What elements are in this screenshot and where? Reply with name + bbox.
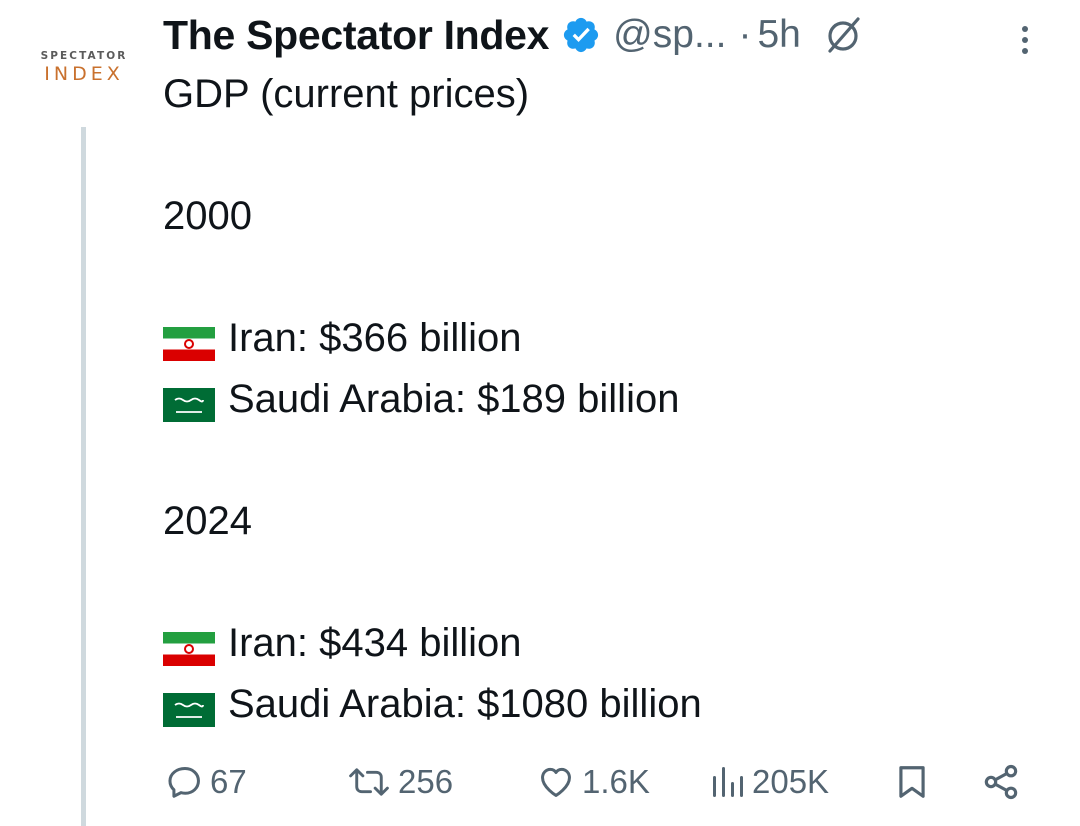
gdp-row-text: Saudi Arabia: $1080 billion	[228, 682, 702, 726]
gdp-row: Saudi Arabia: $189 billion	[163, 369, 1043, 430]
author-handle[interactable]: @sp...	[613, 13, 726, 57]
gdp-row-text: Iran: $434 billion	[228, 621, 522, 665]
reply-count: 67	[210, 763, 247, 800]
timestamp[interactable]: 5h	[757, 13, 800, 57]
avatar-logo-line2: INDEX	[44, 63, 124, 85]
author-name[interactable]: The Spectator Index	[163, 12, 549, 59]
gdp-row: Iran: $366 billion	[163, 308, 1043, 369]
separator-dot: ·	[738, 13, 752, 56]
tweet-text: GDP (current prices) 2000 Iran: $366 bil…	[163, 64, 1043, 735]
action-bar: 67 256 1.6K 205K	[163, 752, 1033, 812]
avatar-logo-line1: SPECTATOR	[40, 50, 128, 62]
repost-count: 256	[398, 763, 454, 800]
thread-line	[81, 127, 86, 826]
gdp-row: Iran: $434 billion	[163, 613, 1043, 674]
gdp-row: Saudi Arabia: $1080 billion	[163, 674, 1043, 735]
gdp-row-text: Iran: $366 billion	[228, 316, 522, 360]
repost-icon	[349, 768, 389, 796]
year-label: 2024	[163, 499, 252, 543]
year-label: 2000	[163, 194, 252, 238]
grok-icon[interactable]	[823, 14, 865, 56]
saudi-flag-icon	[163, 686, 215, 727]
views-button[interactable]: 205K	[710, 752, 829, 812]
like-count: 1.6K	[582, 763, 650, 800]
views-count: 205K	[752, 763, 830, 800]
bookmark-icon	[899, 766, 925, 798]
tweet-header: The Spectator Index @sp... · 5h	[163, 8, 1043, 62]
views-icon	[713, 767, 743, 797]
verified-badge-icon[interactable]	[561, 15, 601, 55]
iran-flag-icon	[163, 625, 215, 666]
saudi-flag-icon	[163, 381, 215, 422]
share-button[interactable]	[981, 752, 1021, 812]
bookmark-button[interactable]	[893, 752, 931, 812]
reply-button[interactable]: 67	[166, 752, 247, 812]
reply-icon	[168, 767, 200, 798]
more-vertical-icon[interactable]	[1014, 22, 1036, 58]
tweet-title: GDP (current prices)	[163, 72, 530, 116]
share-icon	[984, 764, 1018, 800]
iran-flag-icon	[163, 320, 215, 361]
like-button[interactable]: 1.6K	[536, 752, 650, 812]
repost-button[interactable]: 256	[346, 752, 453, 812]
heart-icon	[541, 767, 571, 797]
gdp-row-text: Saudi Arabia: $189 billion	[228, 377, 680, 421]
avatar[interactable]: SPECTATOR INDEX	[30, 50, 138, 92]
